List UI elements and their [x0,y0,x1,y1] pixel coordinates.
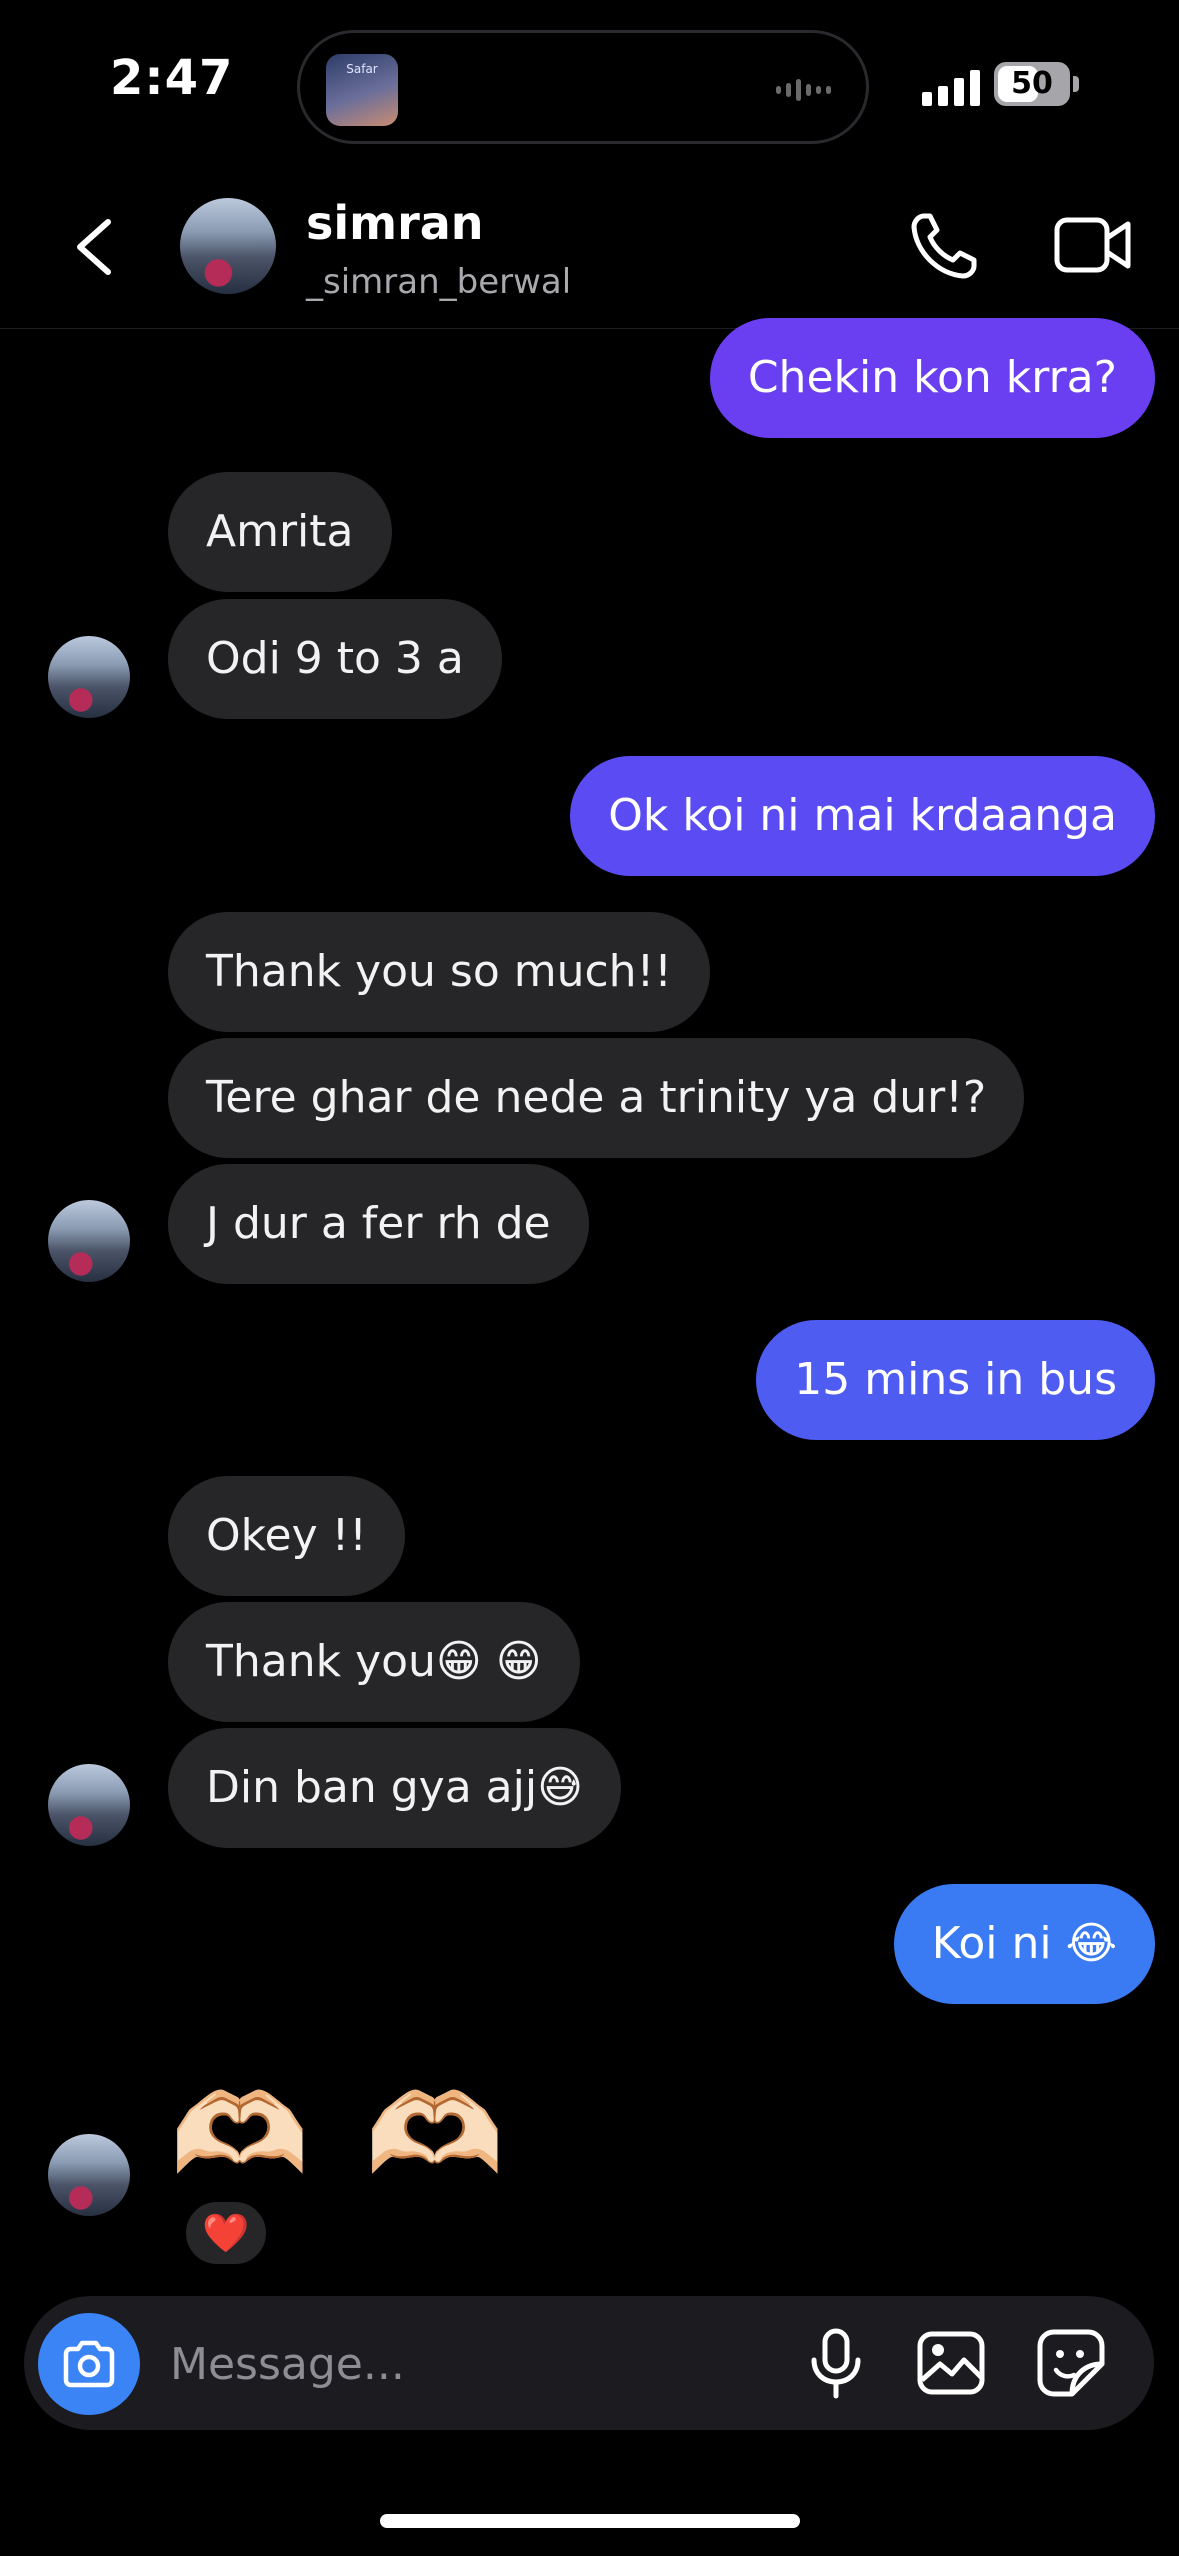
header-avatar[interactable] [180,198,276,294]
status-time: 2:47 [110,50,234,106]
message-input[interactable] [168,2330,772,2398]
message-bubble-incoming[interactable]: Thank you so much!! [168,912,710,1032]
cellular-signal-icon [922,66,980,106]
battery-percentage: 50 [1011,66,1053,101]
gallery-icon[interactable] [916,2330,986,2396]
sticker-icon[interactable] [1036,2328,1106,2398]
message-bubble-outgoing[interactable]: Koi ni 😂 [893,1884,1155,2004]
chevron-left-icon[interactable] [72,218,116,276]
battery-cap [1073,76,1079,92]
video-camera-icon[interactable] [1054,212,1132,278]
message-bubble-outgoing[interactable]: 15 mins in bus [756,1320,1155,1440]
camera-icon [63,2340,115,2388]
message-bubble-outgoing[interactable]: Ok koi ni mai krdaanga [570,756,1155,876]
message-bubble-incoming[interactable]: Amrita [168,472,392,592]
home-indicator[interactable] [380,2514,800,2528]
now-playing-artwork-text: Safar [346,62,378,76]
message-bubble-incoming[interactable]: Okey !! [168,1476,405,1596]
emoji-message[interactable]: 🫶🏻 🫶🏻 [170,2070,515,2200]
now-playing-artwork: Safar [326,54,398,126]
sender-avatar[interactable] [48,1200,130,1282]
message-bubble-incoming[interactable]: Thank you😁 😁 [168,1602,580,1722]
sender-avatar[interactable] [48,2134,130,2216]
message-bubble-incoming[interactable]: Din ban gya ajj😅 [168,1728,621,1848]
heart-reaction[interactable]: ❤️ [182,2198,270,2268]
message-bubble-incoming[interactable]: Odi 9 to 3 a [168,599,502,719]
message-bubble-outgoing[interactable]: Chekin kon krra? [709,318,1155,438]
message-bubble-incoming[interactable]: J dur a fer rh de [168,1164,589,1284]
contact-username[interactable]: _simran_berwal [306,262,571,302]
microphone-icon[interactable] [806,2328,866,2400]
audio-waveform-icon [776,76,840,104]
contact-name[interactable]: simran [306,196,484,250]
sender-avatar[interactable] [48,1764,130,1846]
sender-avatar[interactable] [48,636,130,718]
message-bubble-incoming[interactable]: Tere ghar de nede a trinity ya dur!? [168,1038,1025,1158]
phone-icon[interactable] [908,210,980,282]
